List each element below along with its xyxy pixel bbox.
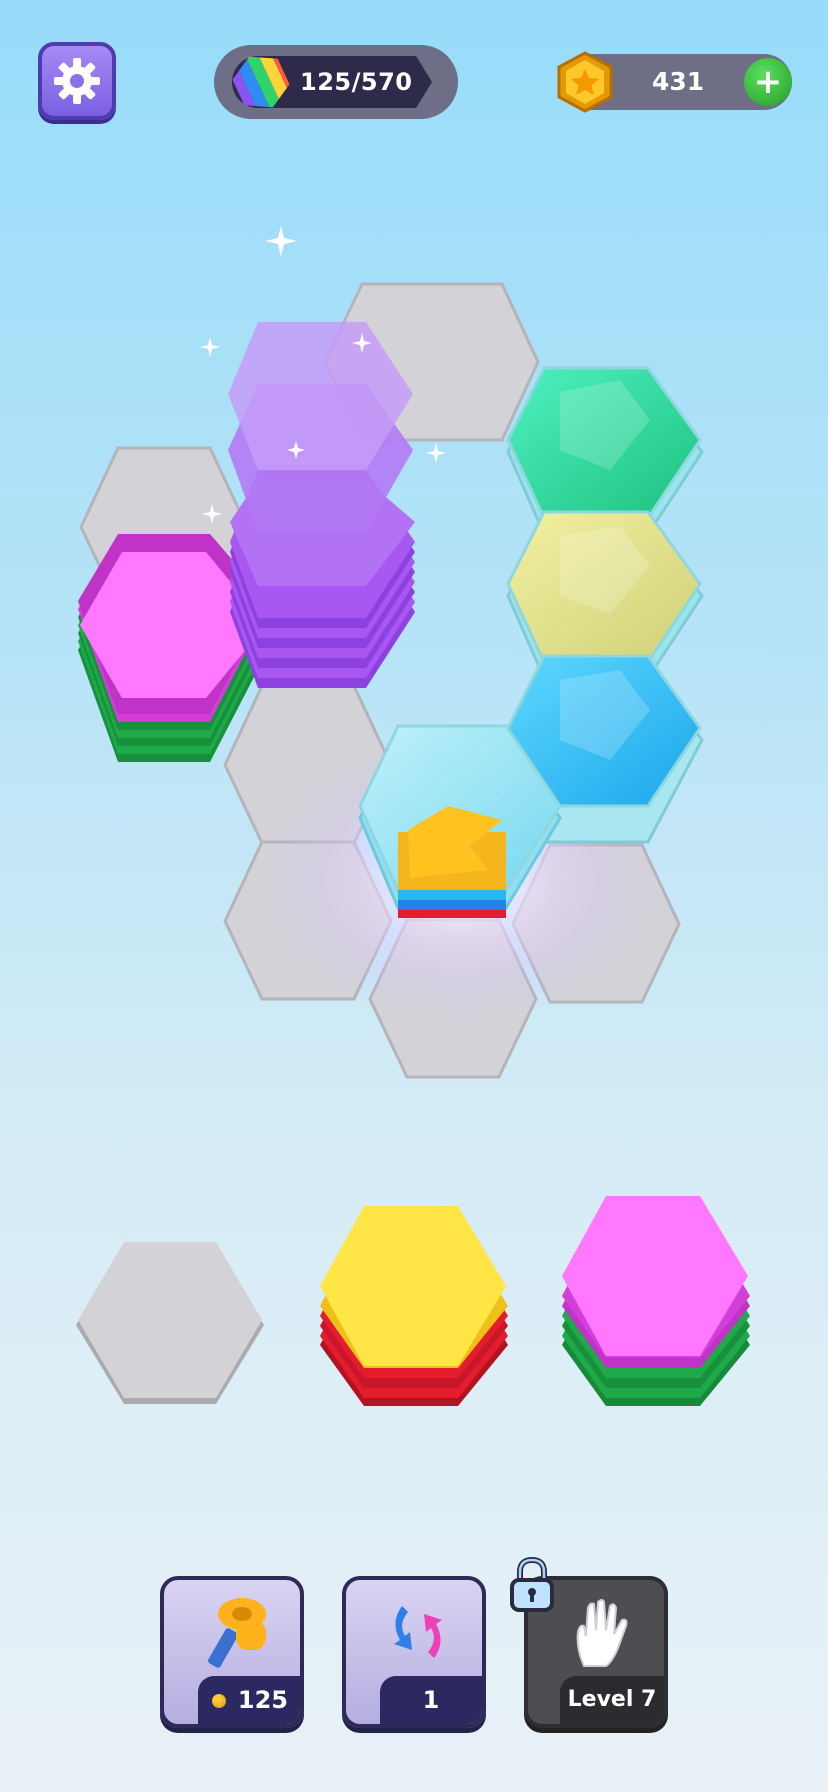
- add-coins-button[interactable]: +: [744, 58, 792, 106]
- progress-count: 125/570: [300, 68, 413, 96]
- plus-icon: +: [753, 62, 783, 102]
- hand-unlock-level: Level 7: [560, 1676, 664, 1724]
- game-board[interactable]: [0, 160, 828, 1100]
- hammer-icon: [208, 1598, 266, 1668]
- shuffle-arrows-icon: [394, 1606, 442, 1658]
- star-coin-icon: [557, 51, 613, 113]
- tray-stack-magenta-green[interactable]: [562, 1196, 750, 1406]
- coin-amount: 431: [652, 67, 705, 96]
- level-progress: 125/570: [214, 45, 458, 119]
- tray-stack-yellow-red[interactable]: [320, 1206, 508, 1406]
- hammer-price: 125: [198, 1676, 300, 1724]
- padlock-icon: [510, 1556, 554, 1612]
- hex-stack-yellow-gem[interactable]: [506, 510, 704, 680]
- shuffle-booster-button[interactable]: 1: [342, 1576, 486, 1728]
- tray: [76, 1196, 750, 1406]
- hammer-booster-button[interactable]: 125: [160, 1576, 304, 1728]
- gear-icon: [54, 58, 100, 104]
- settings-button[interactable]: [38, 42, 116, 120]
- hex-stack-purple[interactable]: [228, 322, 415, 688]
- hex-stack-green-gem[interactable]: [506, 366, 704, 536]
- rainbow-hex-icon: [230, 51, 292, 113]
- coin-icon: [212, 1694, 226, 1708]
- glove-hand-icon: [576, 1599, 628, 1667]
- shuffle-count: 1: [380, 1676, 482, 1724]
- tray-slot-empty[interactable]: [76, 1242, 264, 1404]
